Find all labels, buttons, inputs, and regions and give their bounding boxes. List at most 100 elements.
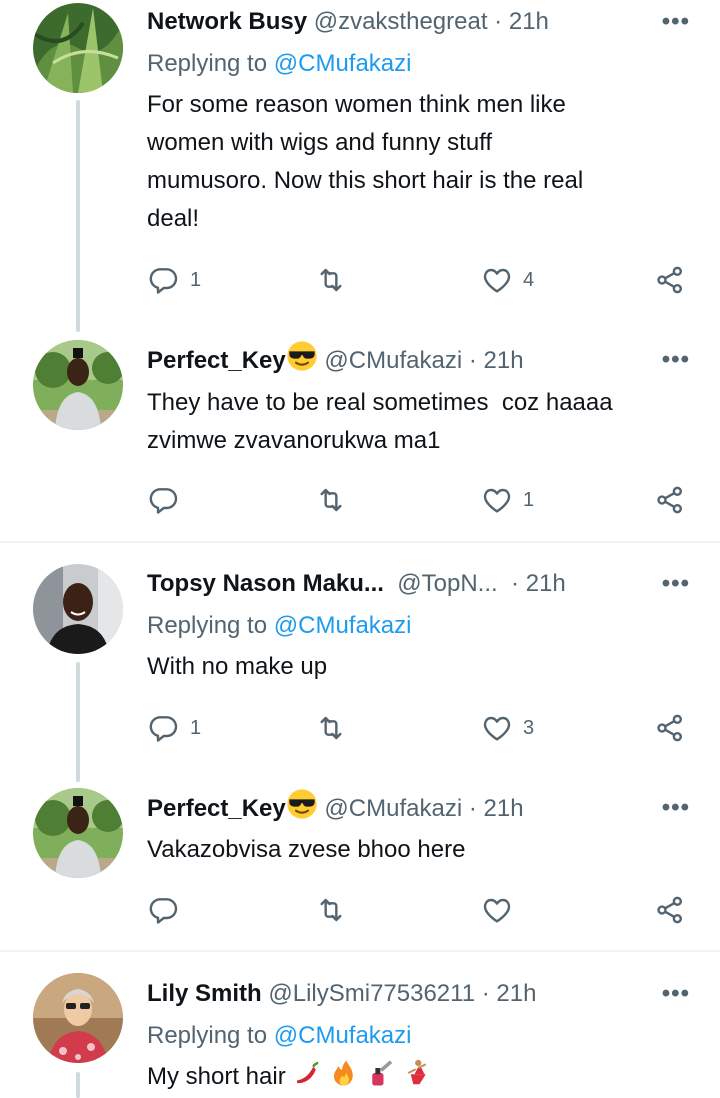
- retweet-button[interactable]: [315, 480, 357, 520]
- like-button[interactable]: 1: [481, 480, 534, 520]
- avatar[interactable]: [33, 564, 123, 654]
- display-name[interactable]: Lily Smith: [147, 980, 262, 1007]
- tweet-actions: [0, 890, 720, 930]
- more-options-button[interactable]: •••: [656, 974, 690, 1014]
- more-options-button[interactable]: •••: [656, 564, 690, 604]
- tweet-header: Perfect_Key @CMufakazi · 21h •••: [147, 788, 690, 828]
- like-count: 4: [523, 268, 535, 291]
- reply-icon: [148, 264, 180, 296]
- user-handle[interactable]: @CMufakazi: [324, 795, 462, 822]
- fire-icon: [334, 1060, 353, 1086]
- display-name[interactable]: Network Busy: [147, 8, 307, 35]
- separator: ·: [468, 795, 477, 822]
- timestamp[interactable]: 21h: [526, 570, 566, 597]
- avatar[interactable]: [33, 3, 123, 93]
- tweet[interactable]: Network Busy @zvaksthegreat · 21h ••• Re…: [0, 0, 720, 336]
- replying-mention-link[interactable]: @CMufakazi: [274, 50, 412, 77]
- tweet-header: Network Busy @zvaksthegreat · 21h •••: [147, 2, 690, 42]
- smiling-face-sunglasses-icon: [286, 788, 318, 820]
- avatar[interactable]: [33, 340, 123, 430]
- retweet-button[interactable]: [315, 890, 357, 930]
- retweet-icon: [315, 264, 347, 296]
- retweet-icon: [315, 712, 347, 744]
- like-button[interactable]: 4: [481, 260, 534, 300]
- more-options-button[interactable]: •••: [656, 340, 690, 380]
- tweet-header: Lily Smith @LilySmi77536211 · 21h •••: [147, 974, 690, 1014]
- retweet-icon: [315, 484, 347, 516]
- user-handle[interactable]: @TopN...: [397, 570, 497, 597]
- share-button[interactable]: [654, 260, 686, 300]
- tweet-text-content: My short hair: [147, 1063, 293, 1090]
- reply-button[interactable]: 1: [148, 708, 201, 748]
- tweet-text: For some reason women think men like wom…: [147, 91, 584, 232]
- tweet-actions: 1 4: [0, 260, 720, 300]
- tweet[interactable]: Perfect_Key @CMufakazi · 21h ••• Vakazob…: [0, 786, 720, 950]
- tweet-text: With no make up: [147, 653, 328, 680]
- share-icon: [654, 712, 686, 744]
- retweet-icon: [315, 894, 347, 926]
- timestamp[interactable]: 21h: [496, 980, 536, 1007]
- share-button[interactable]: [654, 480, 686, 520]
- replying-to: Replying to @CMufakazi: [147, 606, 411, 646]
- replying-prefix: Replying to: [147, 612, 274, 639]
- thread-line: [76, 1072, 80, 1098]
- display-name[interactable]: Topsy Nason Maku...: [147, 570, 384, 597]
- separator: ·: [494, 8, 503, 35]
- smiling-face-sunglasses-icon: [286, 340, 318, 372]
- timestamp[interactable]: 21h: [509, 8, 549, 35]
- heart-icon: [481, 484, 513, 516]
- timestamp[interactable]: 21h: [484, 795, 524, 822]
- share-icon: [654, 484, 686, 516]
- user-handle[interactable]: @LilySmi77536211: [268, 980, 475, 1007]
- tweet[interactable]: Lily Smith @LilySmi77536211 · 21h ••• Re…: [0, 970, 720, 1098]
- tweet-header: Topsy Nason Maku... @TopN... · 21h •••: [147, 564, 690, 604]
- reply-icon: [148, 484, 180, 516]
- reply-button[interactable]: 1: [148, 260, 201, 300]
- replying-to: Replying to @CMufakazi: [147, 44, 411, 84]
- display-name[interactable]: Perfect_Key: [147, 795, 286, 822]
- dancer-icon: [408, 1059, 427, 1085]
- chili-pepper-icon: [297, 1061, 319, 1084]
- user-handle[interactable]: @zvaksthegreat: [314, 8, 488, 35]
- heart-icon: [481, 894, 513, 926]
- heart-icon: [481, 264, 513, 296]
- reply-count: 1: [190, 268, 202, 291]
- share-button[interactable]: [654, 890, 686, 930]
- avatar[interactable]: [33, 788, 123, 878]
- heart-icon: [481, 712, 513, 744]
- tweet-text: My short hair: [147, 1058, 680, 1096]
- tweet-actions: 1: [0, 480, 720, 520]
- reply-icon: [148, 712, 180, 744]
- retweet-button[interactable]: [315, 260, 357, 300]
- reply-button[interactable]: [148, 480, 190, 520]
- reply-button[interactable]: [148, 890, 190, 930]
- more-options-button[interactable]: •••: [656, 2, 690, 42]
- retweet-button[interactable]: [315, 708, 357, 748]
- timestamp[interactable]: 21h: [484, 347, 524, 374]
- reply-icon: [148, 894, 180, 926]
- user-handle[interactable]: @CMufakazi: [324, 347, 462, 374]
- separator: ·: [468, 347, 477, 374]
- more-options-button[interactable]: •••: [656, 788, 690, 828]
- avatar[interactable]: [33, 973, 123, 1063]
- share-button[interactable]: [654, 708, 686, 748]
- replying-mention-link[interactable]: @CMufakazi: [274, 612, 412, 639]
- tweet[interactable]: Topsy Nason Maku... @TopN... · 21h ••• R…: [0, 560, 720, 786]
- replying-mention-link[interactable]: @CMufakazi: [274, 1022, 412, 1049]
- nail-polish-icon: [371, 1060, 392, 1086]
- display-name[interactable]: Perfect_Key: [147, 347, 286, 374]
- share-icon: [654, 264, 686, 296]
- tweet-text: They have to be real sometimes coz haaaa…: [147, 389, 613, 454]
- tweet-text: Vakazobvisa zvese bhoo here: [147, 836, 466, 863]
- like-button[interactable]: [481, 890, 523, 930]
- separator: ·: [481, 980, 490, 1007]
- separator: ·: [511, 570, 520, 597]
- divider: [0, 950, 720, 952]
- tweet[interactable]: Perfect_Key @CMufakazi · 21h ••• They ha…: [0, 336, 720, 540]
- replying-prefix: Replying to: [147, 50, 274, 77]
- like-button[interactable]: 3: [481, 708, 534, 748]
- divider: [0, 541, 720, 543]
- tweet-actions: 1 3: [0, 708, 720, 748]
- reply-count: 1: [190, 716, 202, 739]
- like-count: 3: [523, 716, 535, 739]
